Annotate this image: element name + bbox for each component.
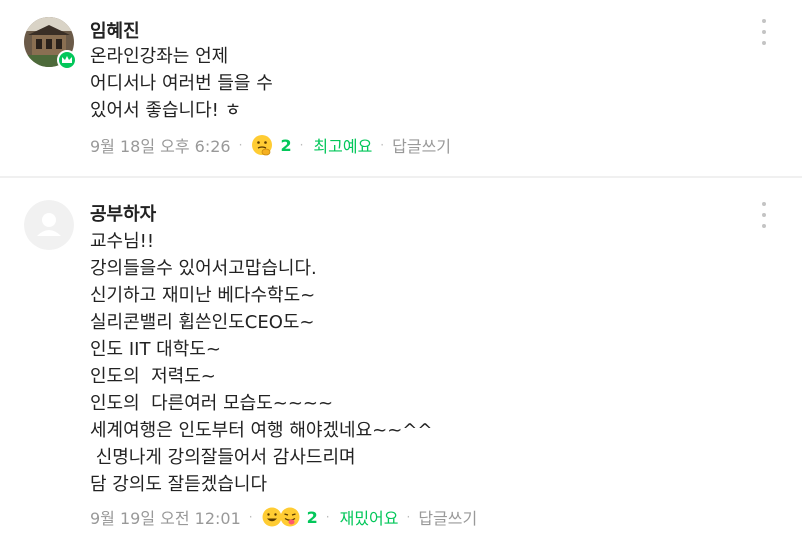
- comment-date: 9월 18일 오후 6:26: [90, 137, 231, 156]
- comment-info: 9월 19일 오전 12:01 · 2 · 재밌어요 · 답글쓰기: [90, 505, 477, 529]
- reaction-count: 2: [306, 507, 318, 527]
- thinking-face-icon: [252, 135, 273, 156]
- reaction-label[interactable]: 최고예요: [313, 133, 372, 157]
- comment-item: 공부하자 교수님!! 강의들을수 있어서고맙습니다. 신기하고 재미난 베다수학…: [0, 178, 802, 546]
- manager-badge-icon: [57, 50, 77, 70]
- comment-info: 9월 18일 오후 6:26 · 2 · 최고예요 · 답글쓰기: [90, 133, 451, 157]
- reaction-count: 2: [280, 135, 292, 155]
- separator-dot: ·: [238, 138, 243, 152]
- tongue-wink-face-icon: [280, 507, 300, 527]
- comment-author[interactable]: 임혜진: [90, 17, 140, 43]
- reply-button[interactable]: 답글쓰기: [418, 505, 477, 529]
- comment-date: 9월 19일 오전 12:01: [90, 509, 241, 528]
- reply-button[interactable]: 답글쓰기: [392, 133, 451, 157]
- separator-dot: ·: [380, 138, 385, 152]
- avatar[interactable]: [24, 17, 77, 70]
- default-profile-icon: [24, 200, 74, 250]
- comment-item: 임혜진 온라인강좌는 언제 어디서나 여러번 들을 수 있어서 좋습니다! ㅎ …: [0, 0, 802, 176]
- comment-text: 온라인강좌는 언제 어디서나 여러번 들을 수 있어서 좋습니다! ㅎ: [90, 46, 273, 121]
- separator-dot: ·: [406, 510, 411, 524]
- reaction-label[interactable]: 재밌어요: [340, 505, 399, 529]
- avatar[interactable]: [24, 200, 74, 250]
- more-options-icon[interactable]: [758, 19, 770, 45]
- comment-text: 교수님!! 강의들을수 있어서고맙습니다. 신기하고 재미난 베다수학도~ 실리…: [90, 231, 433, 495]
- separator-dot: ·: [248, 510, 253, 524]
- more-options-icon[interactable]: [758, 202, 770, 228]
- comment-author[interactable]: 공부하자: [90, 200, 156, 226]
- reaction-button[interactable]: [250, 133, 274, 157]
- reaction-button[interactable]: [261, 506, 301, 528]
- separator-dot: ·: [299, 138, 304, 152]
- separator-dot: ·: [325, 510, 330, 524]
